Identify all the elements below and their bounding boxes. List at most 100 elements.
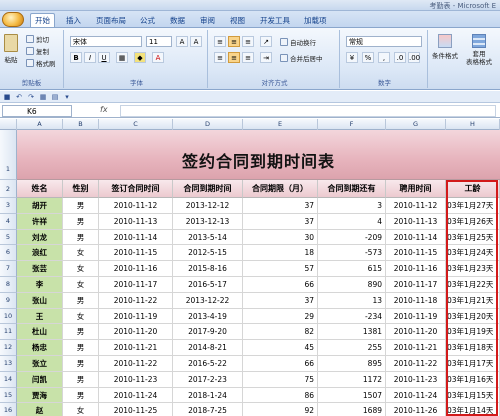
table-cell[interactable]: 女 <box>63 403 99 416</box>
table-quick-icon[interactable]: ▦ <box>39 93 47 101</box>
customize-icon[interactable]: ▾ <box>63 93 71 101</box>
table-cell[interactable]: 2010-11-23 <box>386 371 446 388</box>
fill-color-button[interactable]: ◆ <box>134 52 146 63</box>
column-title-cell[interactable]: 工龄 <box>446 180 500 198</box>
column-header-g[interactable]: G <box>386 119 446 130</box>
row-header-16[interactable]: 16 <box>0 403 17 416</box>
table-cell[interactable]: 2013-12-22 <box>173 292 243 309</box>
table-cell[interactable]: 2010-11-16 <box>99 261 173 277</box>
table-cell[interactable]: 2010-11-26 <box>386 403 446 416</box>
table-cell[interactable]: 2010-11-13 <box>386 213 446 230</box>
table-cell[interactable]: 86 <box>243 387 318 404</box>
table-cell[interactable]: 75 <box>243 371 318 388</box>
wrap-text-button[interactable]: 自动换行 <box>280 37 316 47</box>
font-size-select[interactable]: 11 <box>146 36 172 47</box>
table-cell[interactable]: 2010-11-15 <box>386 245 446 262</box>
table-cell[interactable]: 03年1月14天 <box>446 403 500 416</box>
conditional-format-button[interactable]: 条件格式 <box>432 34 458 60</box>
row-header-12[interactable]: 12 <box>0 340 17 356</box>
increase-decimal-button[interactable]: .0 <box>394 52 406 63</box>
table-cell[interactable]: 03年1月19天 <box>446 324 500 341</box>
font-name-select[interactable]: 宋体 <box>70 36 142 47</box>
table-cell[interactable]: 男 <box>63 198 99 214</box>
table-cell[interactable]: 贾海 <box>17 387 63 404</box>
column-header-b[interactable]: B <box>63 119 99 130</box>
font-color-button[interactable]: A <box>152 52 164 63</box>
table-cell[interactable]: 2010-11-18 <box>386 292 446 309</box>
table-cell[interactable]: 2013-12-12 <box>173 198 243 214</box>
italic-button[interactable]: I <box>84 52 96 63</box>
table-cell[interactable]: -234 <box>318 308 386 325</box>
table-cell[interactable]: 2013-12-13 <box>173 213 243 230</box>
table-cell[interactable]: 2012-5-15 <box>173 245 243 262</box>
chart-quick-icon[interactable]: ▤ <box>51 93 59 101</box>
select-all-corner[interactable] <box>0 119 17 130</box>
table-cell[interactable]: 1381 <box>318 324 386 341</box>
table-cell[interactable]: 03年1月27天 <box>446 198 500 214</box>
row-header-11[interactable]: 11 <box>0 324 17 341</box>
column-header-e[interactable]: E <box>243 119 318 130</box>
currency-button[interactable]: ¥ <box>346 52 358 63</box>
merge-center-button[interactable]: 合并后居中 <box>280 53 323 63</box>
table-cell[interactable]: 1689 <box>318 403 386 416</box>
table-cell[interactable]: 2017-2-23 <box>173 371 243 388</box>
table-cell[interactable]: 2016-5-22 <box>173 356 243 372</box>
table-cell[interactable]: 王 <box>17 308 63 325</box>
tab-formulas[interactable]: 公式 <box>136 14 159 28</box>
table-cell[interactable]: 03年1月15天 <box>446 387 500 404</box>
fx-icon[interactable]: fx <box>100 105 108 114</box>
table-cell[interactable]: 18 <box>243 245 318 262</box>
table-cell[interactable]: 57 <box>243 261 318 277</box>
tab-addins[interactable]: 加载项 <box>300 14 331 28</box>
table-cell[interactable]: 男 <box>63 340 99 356</box>
row-header-1[interactable]: 1 <box>0 130 17 180</box>
table-cell[interactable]: 82 <box>243 324 318 341</box>
column-title-cell[interactable]: 合同到期还有 <box>318 180 386 198</box>
table-cell[interactable]: 92 <box>243 403 318 416</box>
table-cell[interactable]: 2010-11-15 <box>99 245 173 262</box>
tab-view[interactable]: 视图 <box>226 14 249 28</box>
tab-page-layout[interactable]: 页面布局 <box>92 14 130 28</box>
table-cell[interactable]: 2010-11-14 <box>386 229 446 246</box>
table-cell[interactable]: 03年1月26天 <box>446 213 500 230</box>
table-cell[interactable]: -573 <box>318 245 386 262</box>
table-cell[interactable]: 29 <box>243 308 318 325</box>
table-cell[interactable]: 2013-5-14 <box>173 229 243 246</box>
office-button[interactable] <box>2 12 24 27</box>
table-cell[interactable]: 37 <box>243 198 318 214</box>
bold-button[interactable]: B <box>70 52 82 63</box>
decrease-decimal-button[interactable]: .00 <box>408 52 420 63</box>
table-cell[interactable]: 4 <box>318 213 386 230</box>
format-as-table-button[interactable]: 套用 表格格式 <box>466 34 492 66</box>
tab-review[interactable]: 审阅 <box>196 14 219 28</box>
table-cell[interactable]: 03年1月20天 <box>446 308 500 325</box>
row-header-3[interactable]: 3 <box>0 198 17 214</box>
number-format-select[interactable]: 常规 <box>346 36 422 47</box>
table-cell[interactable]: 胡开 <box>17 198 63 214</box>
table-cell[interactable]: 2010-11-17 <box>386 277 446 293</box>
table-cell[interactable]: 2018-1-24 <box>173 387 243 404</box>
tab-home[interactable]: 开始 <box>30 13 55 27</box>
row-header-4[interactable]: 4 <box>0 213 17 230</box>
column-title-cell[interactable]: 合同期限（月） <box>243 180 318 198</box>
indent-button[interactable]: ⇥ <box>260 52 272 63</box>
table-cell[interactable]: 03年1月23天 <box>446 261 500 277</box>
paste-button[interactable]: 粘贴 <box>4 34 18 64</box>
table-cell[interactable]: 男 <box>63 213 99 230</box>
table-cell[interactable]: 男 <box>63 387 99 404</box>
table-cell[interactable]: 45 <box>243 340 318 356</box>
table-cell[interactable]: 女 <box>63 261 99 277</box>
table-cell[interactable]: 2010-11-17 <box>99 277 173 293</box>
table-cell[interactable]: 张芸 <box>17 261 63 277</box>
table-cell[interactable]: 许祥 <box>17 213 63 230</box>
table-cell[interactable]: 张山 <box>17 292 63 309</box>
table-cell[interactable]: 2010-11-21 <box>386 340 446 356</box>
table-cell[interactable]: 2010-11-22 <box>99 292 173 309</box>
table-cell[interactable]: 赵 <box>17 403 63 416</box>
table-cell[interactable]: 2010-11-22 <box>386 356 446 372</box>
table-cell[interactable]: 2010-11-20 <box>99 324 173 341</box>
table-cell[interactable]: 03年1月16天 <box>446 371 500 388</box>
align-center-button[interactable]: ≡ <box>228 52 240 63</box>
table-cell[interactable]: 男 <box>63 371 99 388</box>
name-box[interactable]: K6 <box>2 105 72 117</box>
